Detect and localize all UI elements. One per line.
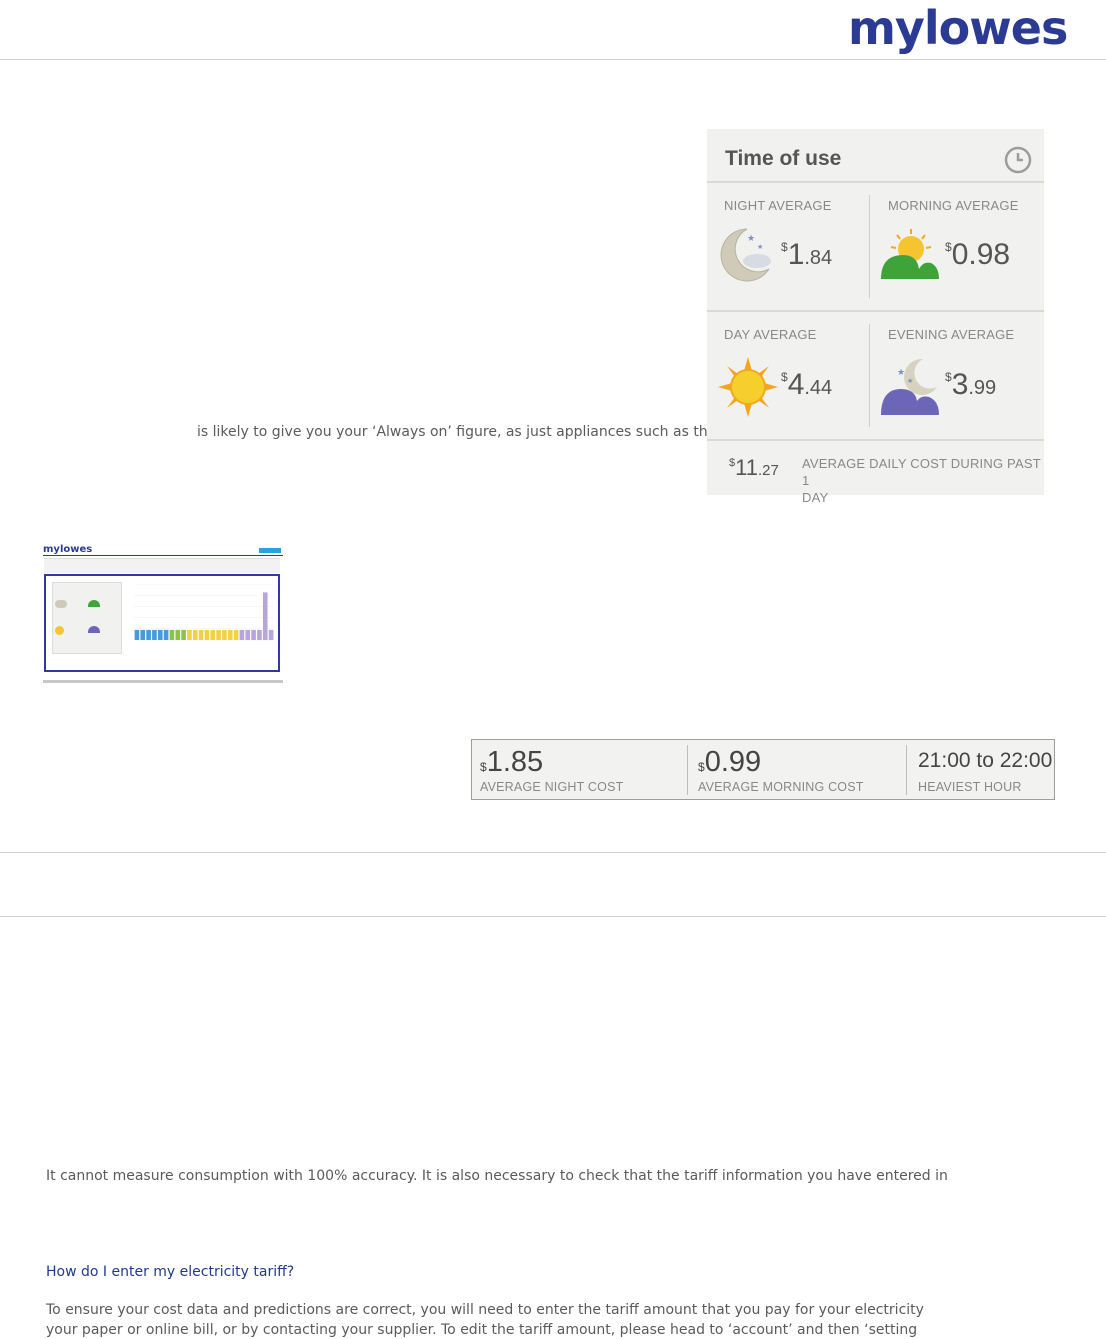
- thumbnail-bar: [227, 629, 233, 640]
- thumbnail-bar: [262, 592, 268, 640]
- evening-average-value: $3.99: [945, 368, 997, 401]
- night-average-label: NIGHT AVERAGE: [724, 198, 832, 213]
- evening-moon-icon: ★ ★: [881, 358, 939, 415]
- thumbnail-bar: [216, 629, 221, 640]
- thumbnail-bar: [157, 629, 163, 640]
- mylowes-logo[interactable]: mylowes: [848, 2, 1068, 54]
- thumbnail-bar: [204, 629, 210, 640]
- morning-average-value: $0.98: [945, 238, 1011, 271]
- svg-text:★: ★: [747, 233, 755, 243]
- day-average-label: DAY AVERAGE: [724, 327, 817, 342]
- header-divider: [0, 59, 1106, 60]
- summary-divider: [687, 745, 688, 795]
- tariff-question-heading[interactable]: How do I enter my electricity tariff?: [46, 1264, 294, 1280]
- morning-sunrise-icon: [881, 229, 939, 279]
- thumbnail-moon-icon: [55, 600, 67, 608]
- title-divider: [707, 181, 1044, 183]
- thumbnail-logo: mylowes: [43, 544, 93, 555]
- cost-summary-bar: $1.85 AVERAGE NIGHT COST $0.99 AVERAGE M…: [471, 739, 1055, 800]
- sun-icon: [718, 357, 778, 417]
- thumbnail-tou-panel: [52, 582, 122, 654]
- cell-divider: [869, 324, 870, 427]
- thumbnail-chart-frame: [44, 574, 280, 672]
- thumbnail-bar: [268, 629, 274, 640]
- night-cost-value: $1.85: [480, 746, 544, 778]
- time-of-use-title: Time of use: [725, 147, 842, 170]
- clock-icon: [1004, 146, 1032, 174]
- thumbnail-bar: [251, 629, 256, 640]
- tariff-text-line-2: your paper or online bill, or by contact…: [46, 1322, 918, 1338]
- thumbnail-bar: [140, 629, 146, 640]
- thumbnail-bar: [175, 629, 181, 640]
- time-of-use-panel: Time of use NIGHT AVERAGE ★ ★ $1.84 MORN…: [707, 129, 1044, 505]
- thumbnail-bar: [163, 629, 169, 640]
- thumbnail-bar: [239, 629, 245, 640]
- night-average-value: $1.84: [781, 238, 833, 271]
- thumbnail-header-line: [43, 555, 283, 556]
- thumbnail-button: [259, 548, 281, 553]
- thumbnail-bar: [192, 629, 198, 640]
- daily-average-label: AVERAGE DAILY COST DURING PAST 1 DAY: [802, 456, 1041, 505]
- day-average-value: $4.44: [781, 368, 833, 401]
- thumbnail-summary: [44, 558, 280, 573]
- thumbnail-bar: [222, 629, 227, 640]
- tariff-text-line-1: To ensure your cost data and predictions…: [46, 1302, 924, 1318]
- thumbnail-morning-icon: [88, 600, 100, 607]
- thumbnail-evening-icon: [88, 626, 100, 633]
- thumbnail-bar: [233, 629, 239, 640]
- thumbnail-bar: [257, 629, 262, 640]
- thumbnail-bar: [169, 629, 175, 640]
- morning-average-label: MORNING AVERAGE: [888, 198, 1019, 213]
- thumbnail-bar: [210, 629, 216, 640]
- cell-divider: [869, 195, 870, 298]
- thumbnail-bar: [181, 629, 186, 640]
- night-moon-icon: ★ ★: [720, 228, 771, 282]
- morning-cost-label: AVERAGE MORNING COST: [698, 780, 864, 794]
- thumbnail-bar: [134, 629, 140, 640]
- evening-average-label: EVENING AVERAGE: [888, 327, 1015, 342]
- svg-text:★: ★: [897, 367, 905, 377]
- thumbnail-bar: [198, 629, 204, 640]
- thumbnail-bar: [187, 629, 192, 640]
- accuracy-text: It cannot measure consumption with 100% …: [46, 1168, 948, 1184]
- svg-text:★: ★: [757, 243, 763, 251]
- thumbnail-bar-chart: [134, 584, 274, 641]
- morning-cost-value: $0.99: [698, 746, 762, 778]
- daily-average-value: $11.27: [729, 455, 779, 480]
- summary-divider: [906, 745, 907, 795]
- thumbnail-bar: [152, 629, 157, 640]
- intro-text: is likely to give you your ‘Always on’ f…: [197, 424, 717, 440]
- thumbnail-bar: [245, 629, 251, 640]
- thumbnail-sun-icon: [55, 626, 64, 635]
- row-divider: [707, 310, 1044, 312]
- dashboard-thumbnail: mylowes: [43, 544, 283, 689]
- svg-text:★: ★: [907, 377, 913, 385]
- night-cost-label: AVERAGE NIGHT COST: [480, 780, 624, 794]
- thumbnail-bar: [146, 629, 151, 640]
- heaviest-hour-value: 21:00 to 22:00: [918, 749, 1053, 772]
- thumbnail-footer: [43, 680, 283, 683]
- section-divider: [0, 852, 1106, 853]
- heaviest-hour-label: HEAVIEST HOUR: [918, 780, 1022, 794]
- section-divider: [0, 916, 1106, 917]
- footer-divider: [707, 439, 1044, 441]
